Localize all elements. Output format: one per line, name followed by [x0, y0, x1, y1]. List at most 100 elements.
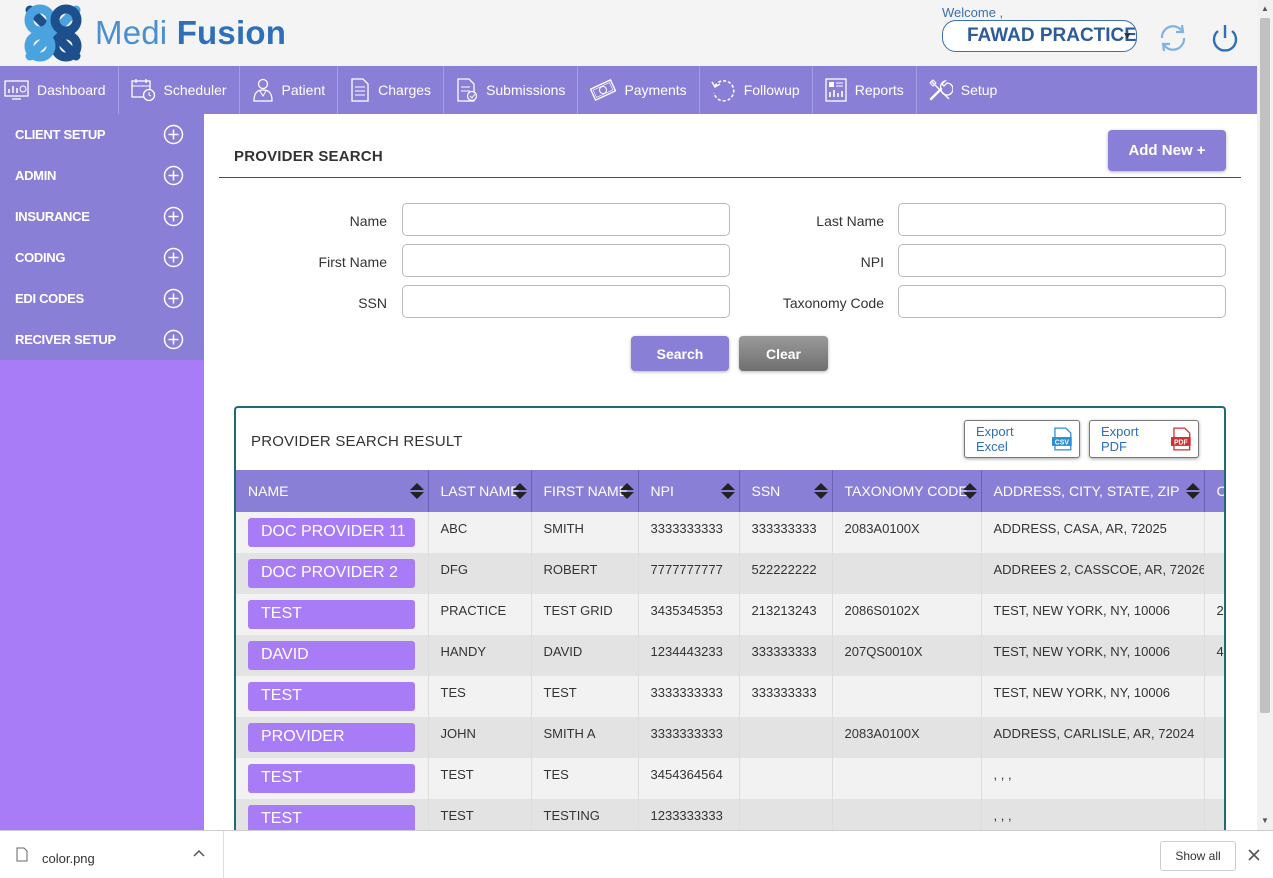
sidebar-item-coding[interactable]: CODING — [0, 237, 204, 278]
column-header-ssn[interactable]: SSN — [739, 470, 833, 512]
search-button[interactable]: Search — [631, 336, 729, 371]
clear-button[interactable]: Clear — [739, 336, 828, 371]
export-excel-label: Export Excel — [976, 424, 1014, 454]
welcome-text: Welcome , — [942, 5, 1004, 20]
column-header-address[interactable]: ADDRESS, CITY, STATE, ZIP — [981, 470, 1205, 512]
provider-name-button[interactable]: TEST — [248, 682, 415, 711]
npi-cell: 3333333333 — [638, 676, 740, 717]
export-excel-button[interactable]: Export Excel CSV — [964, 420, 1080, 458]
nav-setup[interactable]: Setup — [917, 66, 1010, 114]
file-icon — [16, 847, 28, 862]
provider-name-button[interactable]: DOC PROVIDER 11 — [248, 518, 415, 547]
first-name-cell: DAVID — [531, 635, 639, 676]
column-header-first-name[interactable]: FIRST NAME — [531, 470, 639, 512]
first-name-cell: SMITH A — [531, 717, 639, 758]
address-cell: TEST, NEW YORK, NY, 10006 — [981, 676, 1205, 717]
provider-name-button[interactable]: DAVID — [248, 641, 415, 670]
brand-first: Medi — [95, 14, 168, 51]
name-input[interactable] — [402, 203, 730, 236]
column-header-name[interactable]: NAME — [236, 470, 429, 512]
first-name-cell: ROBERT — [531, 553, 639, 594]
sidebar-item-label: CODING — [15, 250, 66, 265]
ssn-label: SSN — [358, 295, 387, 311]
nav-patient[interactable]: Patient — [240, 66, 339, 114]
column-header-more[interactable]: C — [1204, 470, 1224, 512]
taxonomy-code-cell — [832, 758, 982, 799]
column-header-npi[interactable]: NPI — [638, 470, 740, 512]
npi-cell: 3454364564 — [638, 758, 740, 799]
practice-select-value: FAWAD PRACTICE — [967, 25, 1137, 46]
ssn-input[interactable] — [402, 285, 730, 318]
sidebar-item-edi-codes[interactable]: EDI CODES — [0, 278, 204, 319]
nav-charges[interactable]: Charges — [338, 66, 445, 114]
taxonomy-code-input[interactable] — [898, 285, 1226, 318]
provider-name-button[interactable]: TEST — [248, 764, 415, 793]
column-header-label: LAST NAME — [440, 483, 520, 499]
close-icon[interactable] — [1248, 849, 1260, 861]
title-divider — [219, 177, 1241, 178]
taxonomy-code-cell: 2083A0100X — [832, 512, 982, 553]
export-pdf-button[interactable]: Export PDF PDF — [1089, 420, 1199, 458]
taxonomy-code-cell — [832, 676, 982, 717]
name-label: Name — [349, 213, 387, 229]
provider-name-button[interactable]: DOC PROVIDER 2 — [248, 559, 415, 588]
sidebar-item-label: INSURANCE — [15, 209, 90, 224]
dashboard-icon — [4, 80, 29, 100]
download-item[interactable]: color.png — [0, 831, 224, 878]
nav-reports[interactable]: Reports — [813, 66, 917, 114]
nav-scheduler[interactable]: Scheduler — [119, 66, 240, 114]
first-name-cell: TEST — [531, 676, 639, 717]
first-name-cell: TES — [531, 758, 639, 799]
column-header-taxonomy-code[interactable]: TAXONOMY CODE — [832, 470, 982, 512]
provider-name-button[interactable]: PROVIDER — [248, 723, 415, 752]
provider-name-button[interactable]: TEST — [248, 600, 415, 629]
ssn-cell: 522222222 — [739, 553, 833, 594]
nav-setup-label: Setup — [960, 82, 998, 98]
practice-select[interactable]: FAWAD PRACTICE ▾ — [942, 20, 1137, 52]
sidebar-item-reciver-setup[interactable]: RECIVER SETUP — [0, 319, 204, 360]
page-scrollbar[interactable]: ▲ ▼ — [1257, 0, 1273, 830]
scroll-down-arrow-icon[interactable]: ▼ — [1261, 816, 1269, 825]
name-cell: TEST — [236, 758, 429, 799]
address-cell: ADDRESS, CASA, AR, 72025 — [981, 512, 1205, 553]
name-cell: DAVID — [236, 635, 429, 676]
scroll-up-arrow-icon[interactable]: ▲ — [1261, 4, 1269, 13]
nav-dashboard[interactable]: Dashboard — [0, 66, 119, 114]
sidebar-item-insurance[interactable]: INSURANCE — [0, 196, 204, 237]
nav-submissions-label: Submissions — [486, 82, 566, 98]
first-name-cell: SMITH — [531, 512, 639, 553]
followup-icon — [711, 80, 735, 102]
sidebar-item-admin[interactable]: ADMIN — [0, 155, 204, 196]
chevron-up-icon[interactable] — [193, 849, 205, 859]
last-name-cell: PRACTICE — [428, 594, 532, 635]
column-header-last-name[interactable]: LAST NAME — [428, 470, 532, 512]
extra-cell — [1204, 676, 1224, 717]
brand-name: Medi Fusion — [95, 14, 286, 52]
last-name-input[interactable] — [898, 203, 1226, 236]
nav-dashboard-label: Dashboard — [37, 82, 106, 98]
power-icon[interactable] — [1209, 21, 1241, 55]
provider-search-result-panel: PROVIDER SEARCH RESULT Export Excel CSV … — [234, 406, 1226, 846]
npi-input[interactable] — [898, 244, 1226, 277]
address-cell: TEST, NEW YORK, NY, 10006 — [981, 594, 1205, 635]
sidebar-item-client-setup[interactable]: CLIENT SETUP — [0, 114, 204, 155]
ssn-cell: 333333333 — [739, 512, 833, 553]
column-header-label: ADDRESS, CITY, STATE, ZIP — [993, 483, 1180, 499]
first-name-input[interactable] — [402, 244, 730, 277]
main-nav: Dashboard Scheduler Patient Charges Subm… — [0, 66, 1257, 114]
download-file-name: color.png — [42, 851, 95, 866]
name-cell: DOC PROVIDER 11 — [236, 512, 429, 553]
nav-followup[interactable]: Followup — [700, 66, 813, 114]
nav-patient-label: Patient — [281, 82, 326, 98]
nav-payments[interactable]: Payments — [578, 66, 700, 114]
refresh-icon[interactable] — [1156, 21, 1190, 55]
scroll-thumb[interactable] — [1260, 18, 1270, 713]
add-new-button[interactable]: Add New + — [1108, 130, 1226, 171]
taxonomy-code-cell — [832, 553, 982, 594]
name-cell: PROVIDER — [236, 717, 429, 758]
nav-submissions[interactable]: Submissions — [444, 66, 579, 114]
sort-icon — [720, 483, 735, 499]
column-header-label: NAME — [248, 483, 289, 499]
npi-cell: 3435345353 — [638, 594, 740, 635]
show-all-button[interactable]: Show all — [1160, 841, 1236, 871]
